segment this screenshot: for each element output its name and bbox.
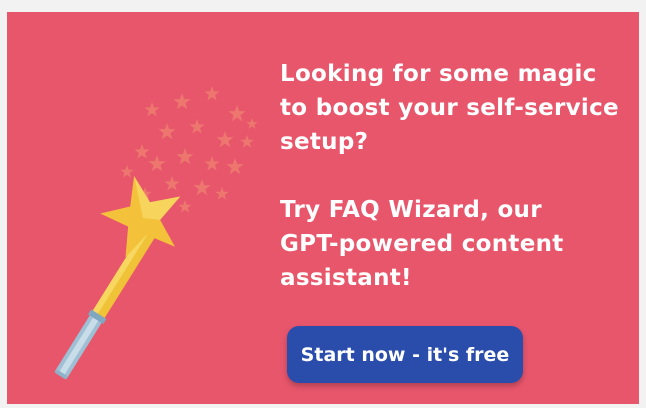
start-now-button[interactable]: Start now - it's free	[287, 326, 523, 383]
promo-banner: Looking for some magic to boost your sel…	[7, 12, 639, 404]
page-frame: Looking for some magic to boost your sel…	[0, 0, 646, 408]
promo-headline: Looking for some magic to boost your sel…	[280, 61, 619, 291]
wand-stick	[54, 224, 159, 380]
